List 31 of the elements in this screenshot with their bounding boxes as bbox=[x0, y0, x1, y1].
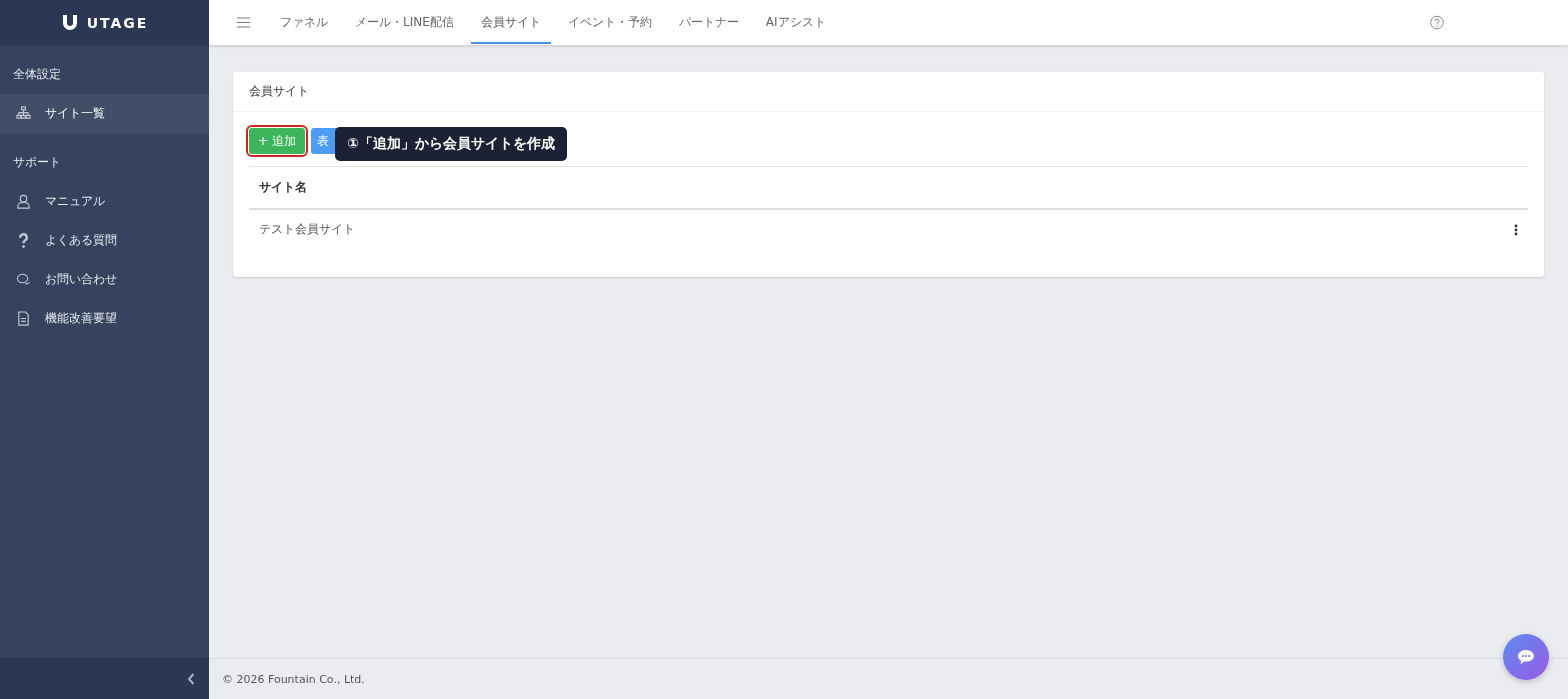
sitemap-icon bbox=[16, 106, 31, 121]
logo-text: UTAGE bbox=[86, 14, 149, 31]
sidebar-item[interactable]: よくある質問 bbox=[0, 221, 209, 260]
nav-tab[interactable]: パートナー bbox=[668, 0, 749, 44]
collapse-icon[interactable] bbox=[187, 672, 195, 685]
person-icon bbox=[16, 194, 31, 209]
help-icon[interactable] bbox=[1430, 15, 1444, 30]
table-cell: テスト会員サイト bbox=[259, 222, 355, 236]
logo-icon bbox=[60, 13, 79, 32]
chat-button[interactable] bbox=[1503, 634, 1549, 680]
document-icon bbox=[16, 311, 31, 326]
copyright-text: © 2026 Fountain Co., Ltd. bbox=[222, 672, 365, 686]
nav-tab[interactable]: 会員サイト bbox=[470, 0, 551, 44]
question-icon bbox=[16, 233, 31, 248]
nav-tab[interactable]: AIアシスト bbox=[755, 0, 836, 44]
column-header: サイト名 bbox=[249, 167, 1528, 210]
nav-tab[interactable]: イベント・予約 bbox=[557, 0, 662, 44]
callout-tooltip: ①「追加」から会員サイトを作成 bbox=[335, 127, 567, 161]
sidebar-item[interactable]: サイト一覧 bbox=[0, 94, 209, 133]
chat-bubble-icon bbox=[1517, 649, 1535, 665]
chat-icon bbox=[16, 272, 31, 287]
nav-tab[interactable]: メール・LINE配信 bbox=[345, 0, 464, 44]
sidebar-section-title: サポート bbox=[12, 154, 62, 171]
menu-icon[interactable] bbox=[237, 17, 250, 28]
sidebar-item[interactable]: 機能改善要望 bbox=[0, 299, 209, 338]
nav-tab[interactable]: ファネル bbox=[270, 0, 338, 44]
sidebar-item[interactable]: お問い合わせ bbox=[0, 260, 209, 299]
card-title: 会員サイト bbox=[233, 72, 1544, 112]
more-icon[interactable] bbox=[1514, 223, 1518, 236]
sidebar-section-title: 全体設定 bbox=[12, 66, 62, 83]
sidebar-item[interactable]: マニュアル bbox=[0, 182, 209, 221]
